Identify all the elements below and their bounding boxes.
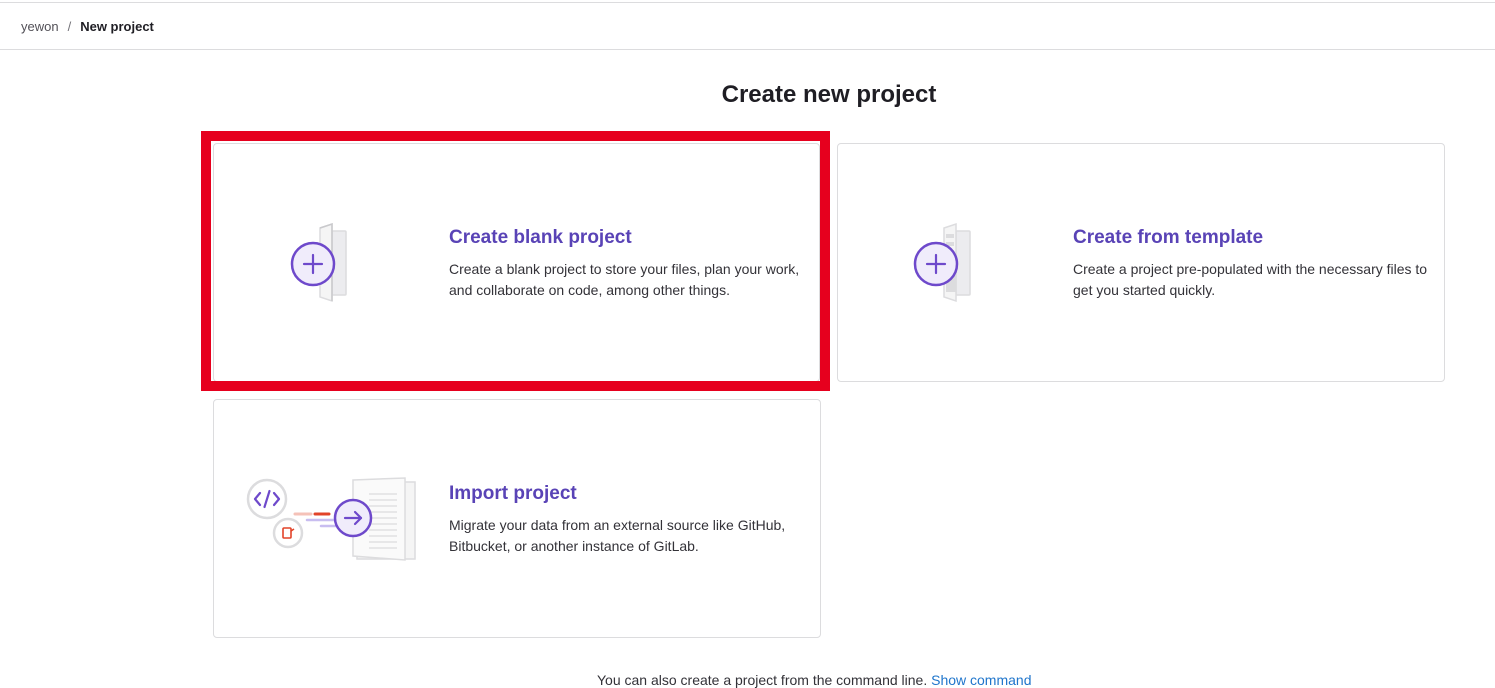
import-project-title: Import project: [449, 483, 577, 504]
import-project-description: Migrate your data from an external sourc…: [449, 517, 786, 554]
create-blank-project-title: Create blank project: [449, 227, 632, 248]
blank-project-illustration: [290, 222, 347, 303]
repository-icon: [272, 517, 304, 549]
create-from-template-description: Create a project pre-populated with the …: [1073, 261, 1428, 298]
arrow-right-icon: [333, 498, 373, 538]
create-blank-project-description: Create a blank project to store your fil…: [449, 261, 800, 298]
plus-icon: [913, 241, 959, 287]
command-line-note: You can also create a project from the c…: [597, 672, 1032, 688]
header-divider: [0, 49, 1495, 50]
import-project-card[interactable]: Import project Migrate your data from an…: [213, 399, 821, 638]
command-line-note-text: You can also create a project from the c…: [597, 672, 928, 688]
breadcrumb-separator: /: [67, 19, 72, 34]
page-title: Create new project: [721, 81, 937, 108]
plus-icon: [290, 241, 336, 287]
show-command-link[interactable]: Show command: [931, 672, 1031, 688]
breadcrumb: yewon / New project: [21, 19, 154, 34]
top-divider: [0, 2, 1495, 3]
breadcrumb-item-yewon[interactable]: yewon: [21, 19, 59, 34]
template-project-illustration: [913, 222, 971, 303]
import-project-illustration: [246, 477, 416, 561]
create-from-template-title: Create from template: [1073, 227, 1264, 248]
create-blank-project-card[interactable]: Create blank project Create a blank proj…: [213, 143, 820, 382]
breadcrumb-item-current[interactable]: New project: [80, 19, 154, 34]
code-icon: [246, 478, 288, 520]
create-from-template-card[interactable]: Create from template Create a project pr…: [837, 143, 1445, 382]
